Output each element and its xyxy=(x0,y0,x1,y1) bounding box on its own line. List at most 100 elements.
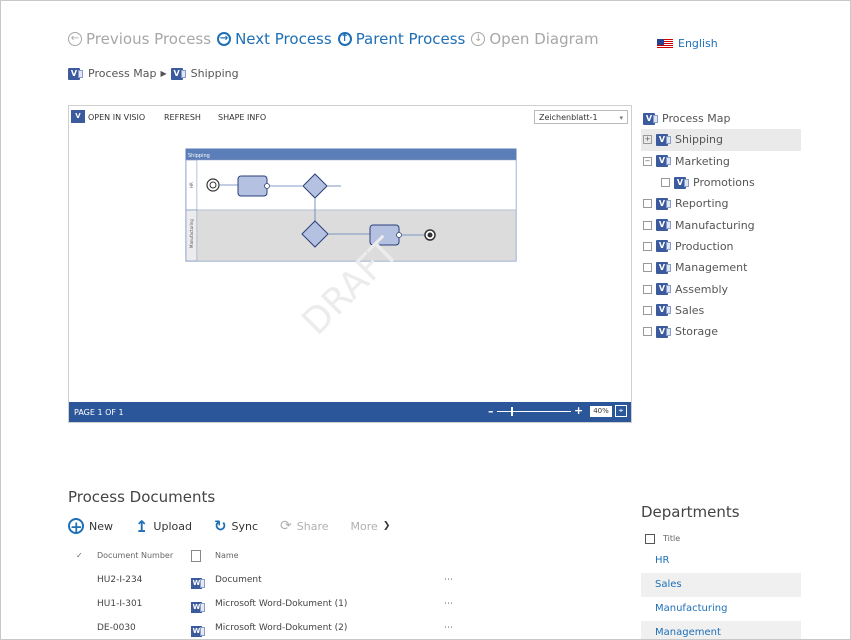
visio-file-icon: V xyxy=(656,304,671,317)
tree-item-shipping[interactable]: + V Shipping xyxy=(641,129,801,151)
process-navigation: ← Previous Process → Next Process ↑ Pare… xyxy=(68,30,599,48)
tree-item-assembly[interactable]: V Assembly xyxy=(643,278,801,299)
column-title[interactable]: Title xyxy=(663,529,680,549)
diagram-canvas[interactable]: Shipping HR Manufacturing DRAFT xyxy=(69,130,631,400)
open-in-visio-button[interactable]: OPEN IN VISIO xyxy=(88,113,145,122)
leaf-box-icon[interactable] xyxy=(643,263,652,273)
tree-item-label: Marketing xyxy=(675,154,730,168)
fit-to-page-icon[interactable]: ⌖ xyxy=(615,405,627,417)
leaf-box-icon[interactable] xyxy=(661,178,670,188)
leaf-box-icon[interactable] xyxy=(643,284,652,294)
tree-root[interactable]: V Process Map xyxy=(643,108,801,129)
department-item-manufacturing[interactable]: Manufacturing xyxy=(641,597,801,621)
leaf-box-icon[interactable] xyxy=(643,220,652,230)
expand-box-icon[interactable]: + xyxy=(643,135,652,145)
table-row[interactable]: HU2-I-234 W Document ⋯ xyxy=(68,571,488,595)
ellipsis-menu-icon[interactable]: ⋯ xyxy=(444,619,453,637)
select-all-checkbox[interactable] xyxy=(645,534,655,544)
tree-item-manufacturing[interactable]: V Manufacturing xyxy=(643,214,801,235)
document-name-link[interactable]: Microsoft Word-Dokument (2) xyxy=(215,619,347,637)
upload-button[interactable]: ↥ Upload xyxy=(135,517,192,536)
document-number: HU2-I-234 xyxy=(97,575,143,585)
shape-info-button[interactable]: SHAPE INFO xyxy=(218,113,266,122)
more-label: More xyxy=(350,519,378,533)
plus-circle-icon: + xyxy=(68,518,84,536)
language-selector[interactable]: English xyxy=(657,37,718,50)
table-row[interactable]: DE-0030 W Microsoft Word-Dokument (2) ⋯ xyxy=(68,619,488,639)
column-name[interactable]: Name xyxy=(215,547,239,565)
leaf-box-icon[interactable] xyxy=(643,199,652,209)
checkmark-icon[interactable]: ✓ xyxy=(76,547,83,565)
sync-button[interactable]: ↻ Sync xyxy=(214,517,258,535)
next-process-link[interactable]: → Next Process xyxy=(217,30,332,48)
leaf-box-icon[interactable] xyxy=(643,305,652,315)
breadcrumb-shipping[interactable]: Shipping xyxy=(191,67,239,80)
sheet-dropdown[interactable]: Zeichenblatt-1 ▾ xyxy=(534,110,628,124)
visio-logo-icon: V xyxy=(71,110,85,123)
end-event-inner xyxy=(427,232,433,238)
tree-item-label: Manufacturing xyxy=(675,218,755,232)
viewer-status-bar: PAGE 1 OF 1 – + 40% ⌖ xyxy=(69,402,631,422)
tree-item-promotions[interactable]: V Promotions xyxy=(643,172,801,193)
documents-table: ✓ Document Number Name HU2-I-234 W Docum… xyxy=(68,547,488,639)
tree-item-management[interactable]: V Management xyxy=(643,257,801,278)
tree-item-label: Shipping xyxy=(675,133,723,147)
chevron-down-icon: ❯ xyxy=(382,521,391,531)
collapse-box-icon[interactable]: − xyxy=(643,156,652,166)
word-file-icon: W xyxy=(191,578,205,589)
visio-file-icon: V xyxy=(656,283,671,296)
ellipsis-menu-icon[interactable]: ⋯ xyxy=(444,571,453,589)
zoom-out-button[interactable]: – xyxy=(488,405,494,418)
sheet-selected-value: Zeichenblatt-1 xyxy=(539,113,598,122)
visio-file-icon: V xyxy=(656,197,671,210)
tree-item-label: Reporting xyxy=(675,197,729,211)
open-diagram-link[interactable]: ↓ Open Diagram xyxy=(471,30,599,48)
zoom-slider-track[interactable] xyxy=(497,411,571,412)
refresh-button[interactable]: REFRESH xyxy=(164,113,201,122)
tree-item-storage[interactable]: V Storage xyxy=(643,321,801,342)
tree-item-marketing[interactable]: − V Marketing xyxy=(643,151,801,172)
pool-title: Shipping xyxy=(188,153,210,159)
sync-icon: ↻ xyxy=(213,517,227,535)
visio-file-icon: V xyxy=(656,155,671,168)
document-name-link[interactable]: Microsoft Word-Dokument (1) xyxy=(215,595,347,613)
parent-process-link[interactable]: ↑ Parent Process xyxy=(337,30,465,48)
column-document-number[interactable]: Document Number xyxy=(97,547,173,565)
new-document-button[interactable]: + New xyxy=(68,518,113,536)
leaf-box-icon[interactable] xyxy=(643,327,652,337)
department-item-sales[interactable]: Sales xyxy=(641,573,801,597)
document-name-link[interactable]: Document xyxy=(215,571,262,589)
viewer-toolbar: V OPEN IN VISIO REFRESH SHAPE INFO Zeich… xyxy=(69,106,631,128)
page-frame: ← Previous Process → Next Process ↑ Pare… xyxy=(0,0,851,640)
document-number: HU1-I-301 xyxy=(97,599,143,609)
department-item-management[interactable]: Management xyxy=(641,621,801,639)
department-item-hr[interactable]: HR xyxy=(641,549,801,573)
breadcrumb-process-map[interactable]: Process Map xyxy=(88,67,156,80)
previous-process-label: Previous Process xyxy=(86,30,212,48)
upload-arrow-icon: ↥ xyxy=(135,516,149,536)
visio-file-icon: V xyxy=(656,261,671,274)
tree-item-reporting[interactable]: V Reporting xyxy=(643,193,801,214)
more-button[interactable]: More ❯ xyxy=(351,520,391,533)
previous-process-link[interactable]: ← Previous Process xyxy=(68,30,211,48)
visio-file-icon: V xyxy=(68,67,83,80)
departments-list: Title HR Sales Manufacturing Management xyxy=(641,529,801,639)
departments-header: Title xyxy=(641,529,801,549)
tree-item-production[interactable]: V Production xyxy=(643,236,801,257)
share-button[interactable]: ⟳ Share xyxy=(280,518,328,534)
arrow-right-circle-icon: → xyxy=(217,32,232,46)
tree-item-sales[interactable]: V Sales xyxy=(643,300,801,321)
process-documents-title: Process Documents xyxy=(68,488,216,506)
document-type-icon xyxy=(191,550,201,569)
ellipsis-menu-icon[interactable]: ⋯ xyxy=(444,595,453,613)
arrow-up-circle-icon: ↑ xyxy=(337,32,352,46)
documents-toolbar: + New ↥ Upload ↻ Sync ⟳ Share More ❯ xyxy=(68,516,412,536)
start-event-inner xyxy=(209,181,217,189)
visio-file-icon: V xyxy=(656,133,671,146)
table-row[interactable]: HU1-I-301 W Microsoft Word-Dokument (1) … xyxy=(68,595,488,619)
visio-file-icon: V xyxy=(170,67,186,80)
zoom-in-button[interactable]: + xyxy=(574,404,583,417)
leaf-box-icon[interactable] xyxy=(643,241,652,251)
connector-dot xyxy=(396,232,402,238)
zoom-slider-handle[interactable] xyxy=(511,407,513,416)
